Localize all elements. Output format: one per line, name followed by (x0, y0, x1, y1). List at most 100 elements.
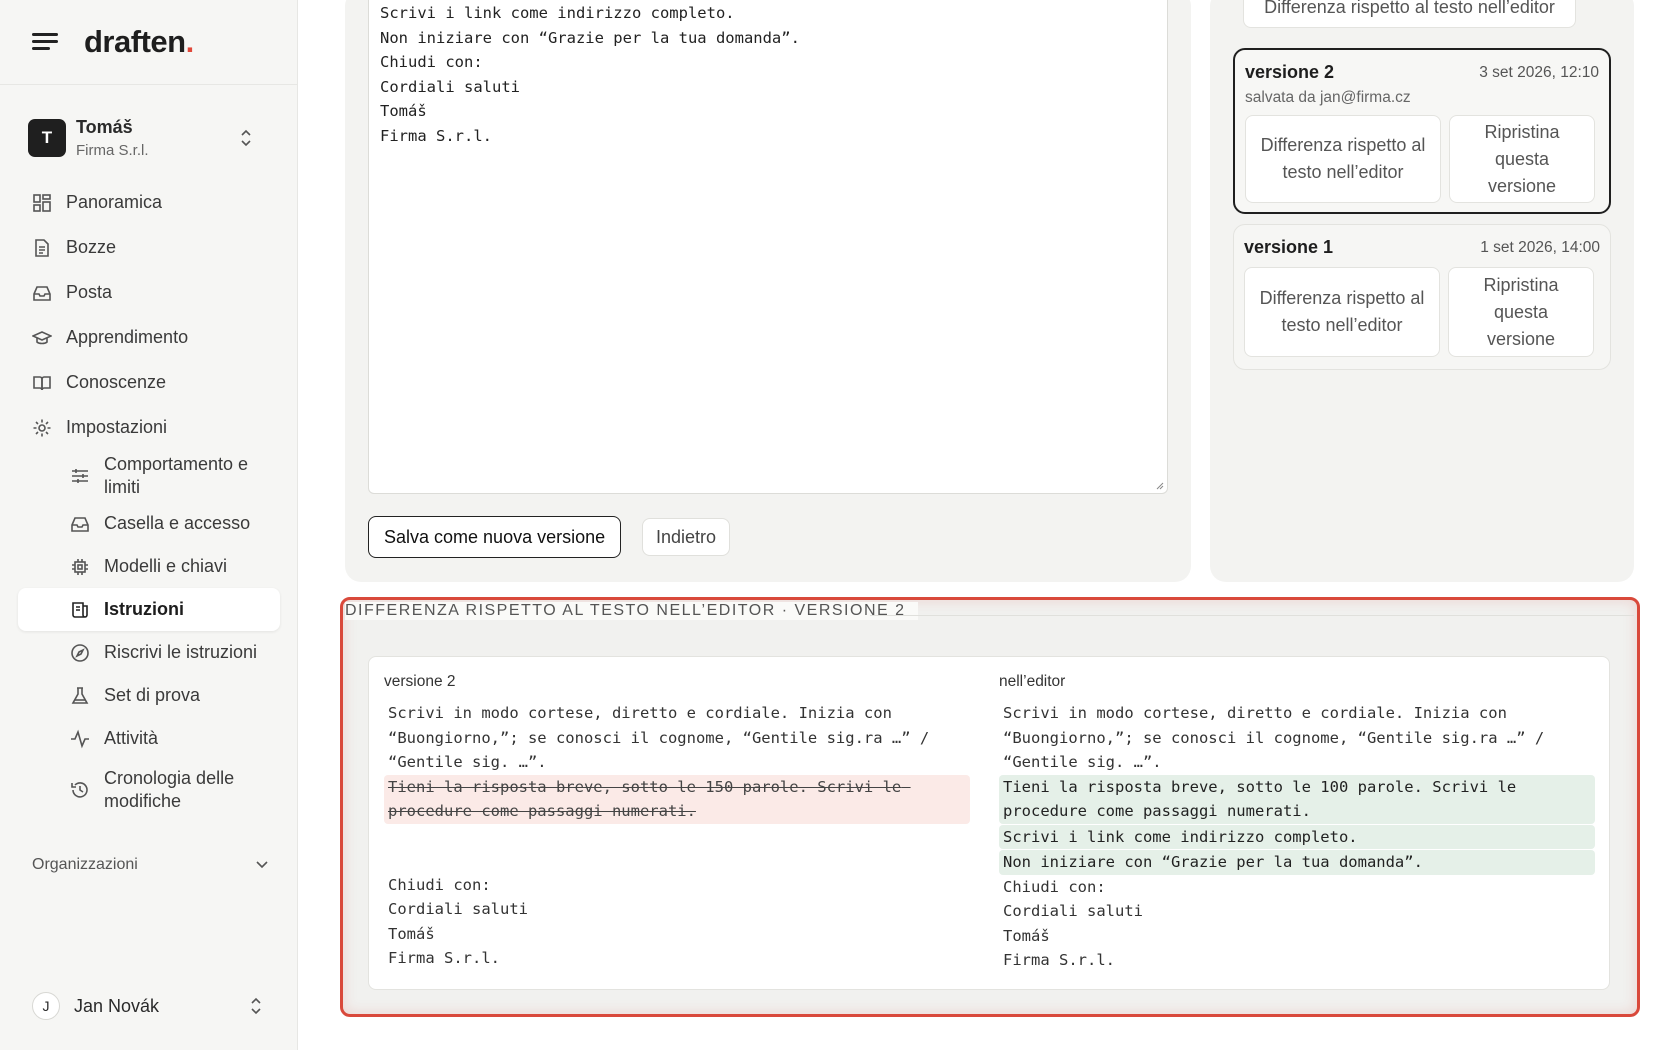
user-avatar: J (32, 992, 60, 1020)
diff-common-line: Chiudi con: (388, 875, 491, 894)
diff-added-line: Non iniziare con “Grazie per la tua doma… (999, 850, 1595, 875)
nav-overview-label: Panoramica (66, 192, 163, 212)
sidebar: draften. T Tomáš Firma S.r.l. Panoramica… (0, 0, 298, 1050)
sub-instructions[interactable]: Istruzioni (18, 588, 280, 631)
account-company: Firma S.r.l. (76, 142, 149, 159)
flask-icon (71, 686, 89, 704)
editor-line: Scrivi i link come indirizzo completo. (380, 4, 735, 22)
diff-right-heading: nell’editor (999, 673, 1066, 690)
menu-icon[interactable] (32, 31, 58, 53)
sub-rewrite[interactable]: Riscrivi le istruzioni (70, 631, 280, 674)
version-saved-by: salvata da jan@firma.cz (1245, 89, 1411, 106)
restore-button-label: Ripristina questa versione (1483, 274, 1559, 349)
back-button[interactable]: Indietro (642, 518, 731, 556)
diff-common-line: Scrivi in modo cortese, diretto e cordia… (1003, 704, 1554, 771)
organizations-toggle[interactable]: Organizzazioni (32, 856, 268, 874)
editor-line: Firma S.r.l. (380, 126, 492, 145)
diff-common-line: Tomáš (388, 924, 435, 943)
instructions-editor[interactable]: Scrivi i link come indirizzo completo. N… (368, 0, 1168, 494)
diff-common-line: Firma S.r.l. (388, 949, 500, 967)
nav-settings-label: Impostazioni (66, 417, 168, 437)
sub-history[interactable]: Cronologia delle modifiche (70, 760, 280, 820)
organizations-label: Organizzazioni (32, 856, 138, 873)
chevron-up-down-icon (241, 129, 251, 147)
compass-icon (71, 643, 89, 662)
diff-with-editor-button[interactable]: Differenza rispetto al testo nell’editor (1244, 267, 1440, 357)
sub-mailbox[interactable]: Casella e accesso (70, 502, 280, 545)
chevron-up-down-icon (251, 997, 261, 1015)
sub-activity-label: Attività (104, 728, 159, 748)
sub-models[interactable]: Modelli e chiavi (70, 545, 280, 588)
nav-drafts[interactable]: Bozze (18, 225, 280, 270)
sub-testset-label: Set di prova (104, 685, 201, 705)
book-icon (33, 375, 51, 390)
nav-drafts-label: Bozze (66, 237, 117, 257)
diff-added-line: Scrivi i link come indirizzo completo. (999, 824, 1595, 849)
chip-icon (72, 558, 88, 575)
account-name: Tomáš (76, 117, 133, 137)
version-title: versione 1 (1244, 237, 1334, 257)
divider (870, 615, 1634, 616)
diff-common-line: Firma S.r.l. (1003, 951, 1115, 969)
settings-subnav: Comportamento e limiti Casella e accesso… (18, 450, 280, 820)
sub-models-label: Modelli e chiavi (104, 556, 228, 576)
nav-mail[interactable]: Posta (18, 270, 280, 315)
diff-left-heading: versione 2 (384, 673, 456, 690)
sub-mailbox-label: Casella e accesso (104, 513, 251, 533)
diff-left-column: Scrivi in modo cortese, diretto e cordia… (384, 701, 980, 971)
nav-mail-label: Posta (66, 282, 113, 302)
brand-bar: draften. (0, 0, 297, 85)
diff-button-label: Differenza rispetto al testo nell’editor (1260, 135, 1426, 182)
inbox-icon (71, 516, 89, 532)
diff-button-label: Differenza rispetto al testo nell’editor (1259, 288, 1425, 335)
editor-line: Chiudi con: (380, 53, 483, 71)
account-avatar: T (28, 119, 66, 157)
sub-behaviour[interactable]: Comportamento e limiti (70, 450, 280, 502)
history-icon (71, 782, 88, 798)
nav-learning[interactable]: Apprendimento (18, 315, 280, 360)
nav-learning-label: Apprendimento (66, 327, 189, 347)
scroll-icon (72, 601, 88, 618)
version-date: 3 set 2026, 12:10 (1479, 64, 1599, 81)
sliders-icon (72, 469, 88, 483)
diff-with-editor-button[interactable]: Differenza rispetto al testo nell’editor (1245, 115, 1441, 203)
editor-line: Non iniziare con “Grazie per la tua doma… (380, 28, 800, 47)
logo: draften. (84, 24, 194, 59)
diff-added-line: Tieni la risposta breve, sotto le 100 pa… (999, 774, 1595, 824)
sub-testset[interactable]: Set di prova (70, 674, 280, 717)
account-switcher[interactable]: T Tomáš Firma S.r.l. (20, 104, 278, 172)
restore-button-label: Ripristina questa versione (1484, 121, 1560, 196)
document-icon (35, 238, 49, 257)
sub-behaviour-label: Comportamento e limiti (104, 454, 249, 497)
sub-instructions-label: Istruzioni (104, 599, 184, 619)
grid-icon (33, 193, 51, 212)
user-menu[interactable]: J Jan Novák (32, 992, 268, 1020)
version-card: versione 2 3 set 2026, 12:10 salvata da … (1233, 48, 1611, 214)
editor-line: Tomáš (380, 102, 427, 120)
sub-activity[interactable]: Attività (70, 717, 280, 760)
diff-removed-line: Tieni la risposta breve, sotto le 150 pa… (384, 774, 970, 824)
diff-with-editor-button[interactable]: Differenza rispetto al testo nell’editor (1243, 0, 1576, 28)
activity-icon (71, 729, 89, 748)
resize-handle-icon[interactable] (1154, 480, 1164, 490)
diff-common-line: Cordiali saluti (388, 900, 528, 918)
diff-title: DIFFERENZA RISPETTO AL TESTO NELL’EDITOR… (345, 602, 918, 620)
nav-overview[interactable]: Panoramica (18, 180, 280, 225)
gear-icon (33, 419, 51, 436)
chevron-down-icon (256, 861, 268, 869)
nav-knowledge-label: Conoscenze (66, 372, 167, 392)
graduation-cap-icon (32, 330, 52, 344)
restore-version-button[interactable]: Ripristina questa versione (1448, 267, 1594, 357)
diff-common-line: Cordiali saluti (1003, 902, 1143, 920)
editor-line: Cordiali saluti (380, 77, 520, 96)
version-title: versione 2 (1245, 62, 1335, 82)
sub-history-label: Cronologia delle modifiche (104, 768, 235, 811)
diff-right-column: Scrivi in modo cortese, diretto e cordia… (999, 701, 1595, 973)
nav-settings[interactable]: Impostazioni (18, 405, 280, 450)
nav-knowledge[interactable]: Conoscenze (18, 360, 280, 405)
save-new-version-button[interactable]: Salva come nuova versione (368, 516, 622, 558)
restore-version-button[interactable]: Ripristina questa versione (1449, 115, 1595, 203)
diff-common-line: Chiudi con: (1003, 877, 1106, 896)
inbox-icon (33, 285, 51, 301)
sub-rewrite-label: Riscrivi le istruzioni (104, 642, 258, 662)
